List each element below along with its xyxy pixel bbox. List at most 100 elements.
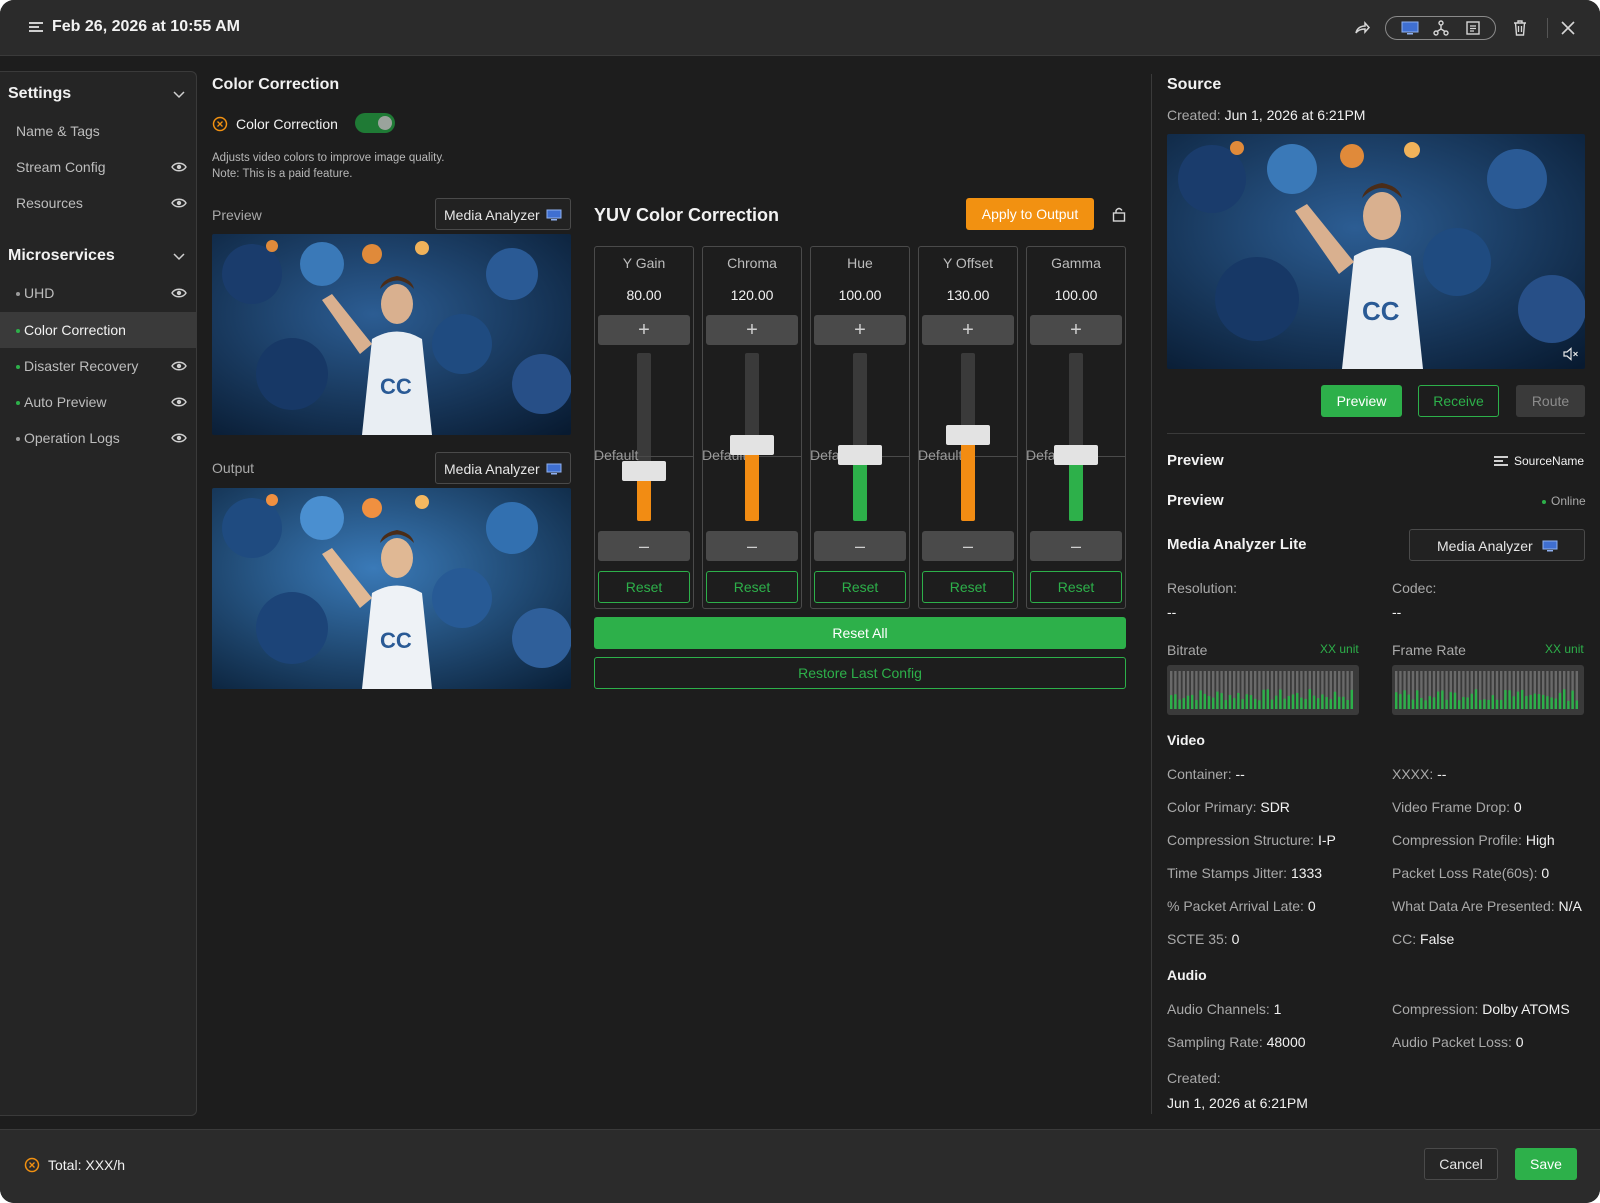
panel-divider — [1151, 74, 1152, 1114]
apply-to-output-button[interactable]: Apply to Output — [966, 198, 1094, 230]
output-label: Output — [212, 460, 255, 476]
preview-analyzer-select[interactable]: Media Analyzer — [435, 198, 571, 230]
stat-label: XXXX: — [1392, 766, 1434, 782]
sidebar-item-name-tags[interactable]: Name & Tags — [0, 113, 196, 149]
stat-value: 0 — [1513, 799, 1522, 815]
lock-icon[interactable] — [1112, 206, 1126, 222]
eye-icon[interactable] — [171, 196, 187, 210]
trash-icon[interactable] — [1510, 18, 1530, 38]
chevron-down-icon[interactable] — [172, 87, 186, 101]
reset-button[interactable]: Reset — [706, 571, 798, 603]
stat-label: Sampling Rate: — [1167, 1034, 1263, 1050]
reset-button[interactable]: Reset — [1030, 571, 1122, 603]
color-correction-toggle[interactable] — [355, 113, 395, 133]
stat-item: CC: False — [1392, 931, 1454, 947]
slider-thumb[interactable] — [622, 461, 666, 481]
slider-fill — [961, 435, 975, 521]
slider-thumb[interactable] — [1054, 445, 1098, 465]
reset-button[interactable]: Reset — [922, 571, 1014, 603]
slider-thumb[interactable] — [730, 435, 774, 455]
stat-item: Compression Structure: I-P — [1167, 832, 1336, 848]
preview-button[interactable]: Preview — [1321, 385, 1402, 417]
preview-video: CC — [212, 234, 571, 435]
stat-value: I-P — [1317, 832, 1336, 848]
eye-icon[interactable] — [171, 431, 187, 445]
stat-item: XXXX: -- — [1392, 766, 1446, 782]
topology-icon[interactable] — [1431, 18, 1451, 38]
stat-value: 48000 — [1266, 1034, 1306, 1050]
increment-button[interactable]: + — [814, 315, 906, 345]
sidebar-item-disaster-recovery[interactable]: Disaster Recovery — [0, 348, 196, 384]
stat-label: Audio Packet Loss: — [1392, 1034, 1512, 1050]
monitor-icon — [546, 463, 562, 475]
created-label: Created: — [1167, 107, 1221, 123]
mute-icon[interactable] — [1563, 347, 1579, 361]
sidebar-item-color-correction[interactable]: Color Correction — [0, 312, 196, 348]
reset-all-button[interactable]: Reset All — [594, 617, 1126, 649]
document-icon[interactable] — [1463, 18, 1483, 38]
share-icon[interactable] — [1352, 18, 1372, 38]
increment-button[interactable]: + — [1030, 315, 1122, 345]
total-cost: Total: XXX/h — [48, 1157, 126, 1173]
decrement-button[interactable]: – — [922, 531, 1014, 561]
cancel-button[interactable]: Cancel — [1424, 1148, 1498, 1180]
monitor-icon — [1542, 540, 1558, 552]
yuv-column-y-gain: Y Gain 80.00 + Default – Reset — [594, 246, 694, 609]
stat-value: 0 — [1231, 931, 1240, 947]
stat-item: SCTE 35: 0 — [1167, 931, 1239, 947]
sidebar-item-operation-logs[interactable]: Operation Logs — [0, 420, 196, 456]
decrement-button[interactable]: – — [1030, 531, 1122, 561]
sidebar-item-label: Color Correction — [24, 322, 126, 338]
sidebar-item-resources[interactable]: Resources — [0, 185, 196, 221]
slider-thumb[interactable] — [838, 445, 882, 465]
sidebar-item-auto-preview[interactable]: Auto Preview — [0, 384, 196, 420]
decrement-button[interactable]: – — [814, 531, 906, 561]
stat-item: Compression: Dolby ATOMS — [1392, 1001, 1570, 1017]
source-created: Created: Jun 1, 2026 at 6:21PM — [1167, 107, 1365, 123]
route-button[interactable]: Route — [1516, 385, 1585, 417]
reset-button[interactable]: Reset — [598, 571, 690, 603]
receive-button[interactable]: Receive — [1418, 385, 1499, 417]
sidebar-item-stream-config[interactable]: Stream Config — [0, 149, 196, 185]
increment-button[interactable]: + — [706, 315, 798, 345]
eye-icon[interactable] — [171, 160, 187, 174]
sidebar-item-uhd[interactable]: UHD — [0, 275, 196, 311]
decrement-button[interactable]: – — [706, 531, 798, 561]
source-analyzer-select[interactable]: Media Analyzer — [1409, 529, 1585, 561]
increment-button[interactable]: + — [598, 315, 690, 345]
monitor-icon[interactable] — [1400, 18, 1420, 38]
reset-button[interactable]: Reset — [814, 571, 906, 603]
stat-value: -- — [1235, 766, 1245, 782]
description-line1: Adjusts video colors to improve image qu… — [212, 152, 445, 164]
restore-last-config-button[interactable]: Restore Last Config — [594, 657, 1126, 689]
output-analyzer-select[interactable]: Media Analyzer — [435, 452, 571, 484]
toggle-label: Color Correction — [236, 116, 338, 132]
stat-value: -- — [1437, 766, 1447, 782]
stat-item: Audio Channels: 1 — [1167, 1001, 1281, 1017]
preview-heading: Preview — [1167, 452, 1224, 469]
settings-heading: Settings — [8, 85, 72, 102]
close-icon[interactable] — [1558, 18, 1578, 38]
stat-item: Time Stamps Jitter: 1333 — [1167, 865, 1322, 881]
save-button[interactable]: Save — [1515, 1148, 1577, 1180]
sidebar: Settings Name & Tags Stream Config Resou… — [0, 71, 197, 1116]
slider-thumb[interactable] — [946, 425, 990, 445]
column-name: Chroma — [727, 255, 777, 271]
titlebar-divider — [1547, 18, 1548, 38]
stat-item: Packet Loss Rate(60s): 0 — [1392, 865, 1549, 881]
stat-value: SDR — [1260, 799, 1290, 815]
column-value: 100.00 — [838, 287, 882, 303]
eye-icon[interactable] — [171, 286, 187, 300]
stat-item: Container: -- — [1167, 766, 1245, 782]
yuv-title: YUV Color Correction — [594, 205, 780, 225]
increment-button[interactable]: + — [922, 315, 1014, 345]
sidebar-item-label: Resources — [16, 195, 83, 211]
eye-icon[interactable] — [171, 395, 187, 409]
stat-label: Packet Loss Rate(60s): — [1392, 865, 1538, 881]
eye-icon[interactable] — [171, 359, 187, 373]
yuv-column-hue: Hue 100.00 + Default – Reset — [810, 246, 910, 609]
decrement-button[interactable]: – — [598, 531, 690, 561]
chevron-down-icon[interactable] — [172, 249, 186, 263]
stat-label: Compression Structure: — [1167, 832, 1315, 848]
microservices-heading: Microservices — [8, 247, 115, 264]
